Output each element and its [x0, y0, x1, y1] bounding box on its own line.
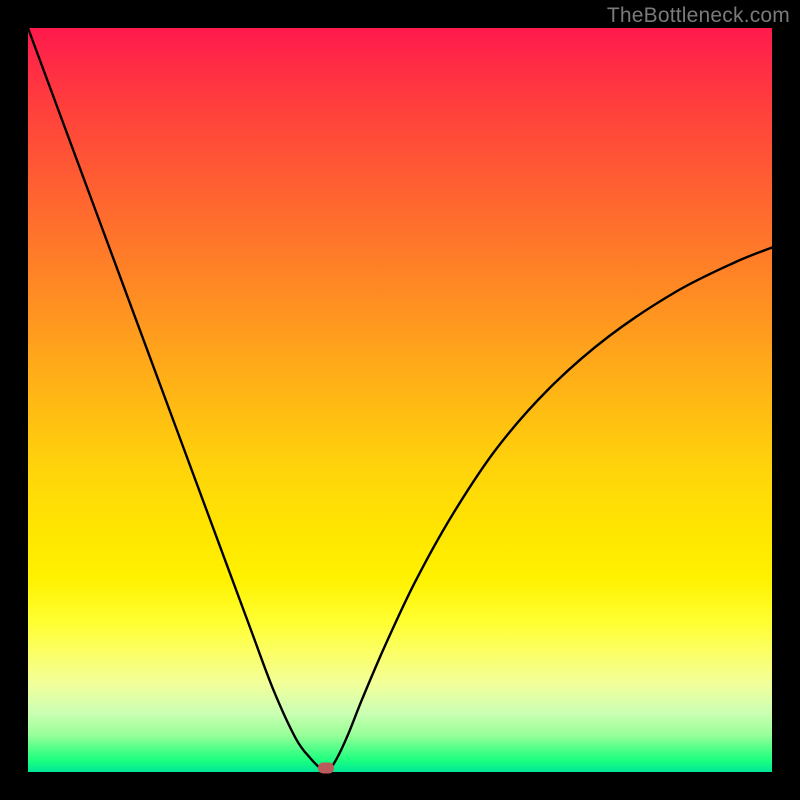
- watermark-text: TheBottleneck.com: [607, 4, 790, 28]
- chart-plot-area: [28, 28, 772, 772]
- sweet-spot-marker: [318, 763, 334, 774]
- chart-frame: TheBottleneck.com: [0, 0, 800, 800]
- bottleneck-curve: [28, 28, 772, 772]
